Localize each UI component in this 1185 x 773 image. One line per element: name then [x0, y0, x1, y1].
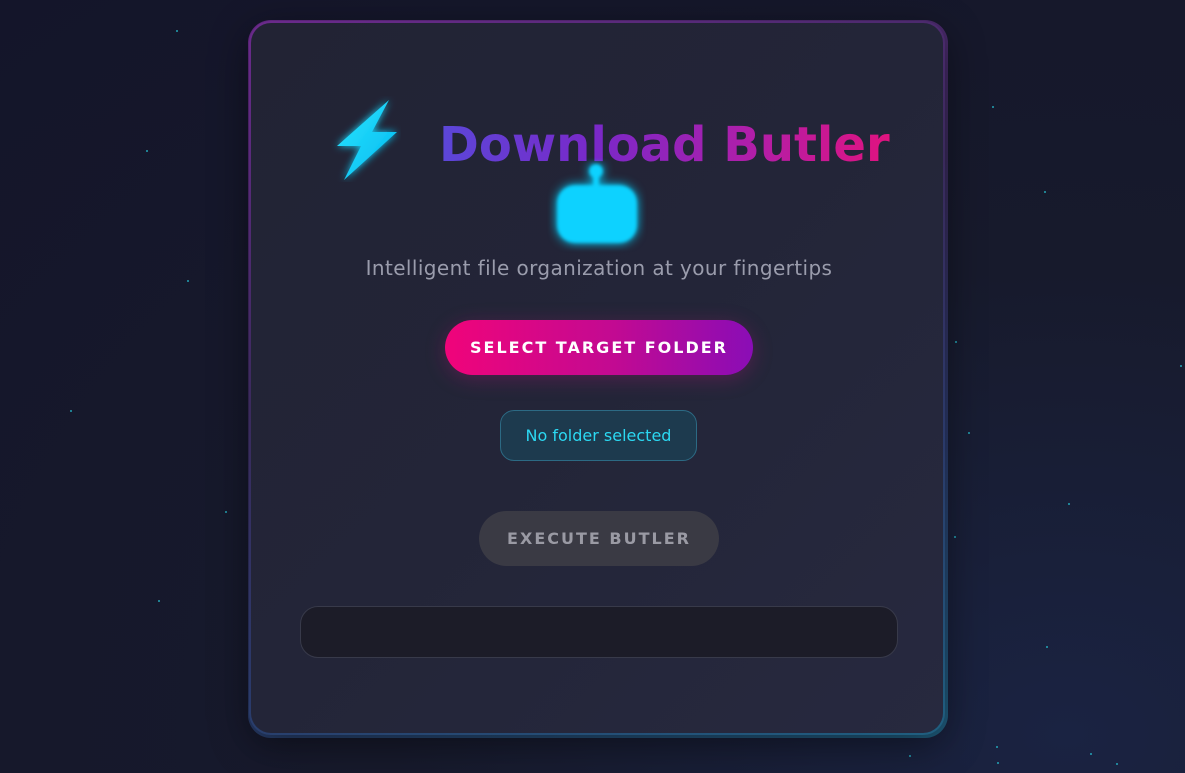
app-title: Download Butler [439, 117, 890, 173]
main-card: Download Butler Intelligent file organiz… [249, 21, 945, 735]
star [1044, 191, 1046, 193]
star [1180, 365, 1182, 367]
star [1068, 503, 1070, 505]
star [1046, 646, 1048, 648]
star [909, 755, 911, 757]
star [955, 341, 957, 343]
output-log-box [300, 606, 898, 658]
app-subtitle: Intelligent file organization at your fi… [365, 256, 833, 280]
star [146, 150, 148, 152]
star [70, 410, 72, 412]
execute-butler-button[interactable]: EXECUTE BUTLER [479, 511, 719, 566]
star [996, 746, 998, 748]
star [1090, 753, 1092, 755]
star [968, 432, 970, 434]
lightning-bolt-icon [337, 100, 397, 180]
select-target-folder-button[interactable]: SELECT TARGET FOLDER [445, 320, 753, 375]
folder-status-badge: No folder selected [500, 410, 697, 461]
star [954, 536, 956, 538]
star [158, 600, 160, 602]
star [225, 511, 227, 513]
star [1116, 763, 1118, 765]
star [997, 762, 999, 764]
star [992, 106, 994, 108]
star [176, 30, 178, 32]
robot-icon [557, 164, 637, 243]
star [187, 280, 189, 282]
